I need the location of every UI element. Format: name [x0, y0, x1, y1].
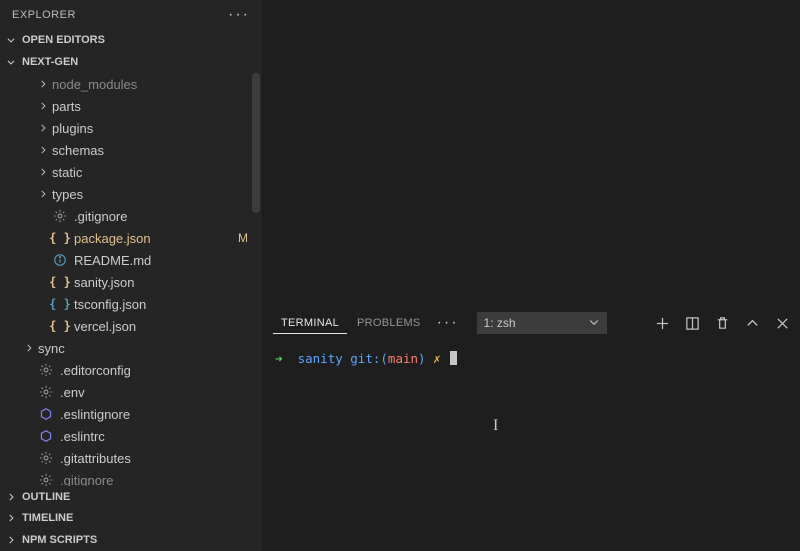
file-item[interactable]: { }tsconfig.json — [0, 293, 262, 315]
tree-item-label: .eslintignore — [60, 407, 130, 422]
tree-item-label: .env — [60, 385, 85, 400]
scrollbar[interactable] — [252, 73, 260, 213]
file-item[interactable]: { }sanity.json — [0, 271, 262, 293]
shell-selector[interactable]: 1: zsh — [477, 312, 607, 334]
section-outline[interactable]: OUTLINE — [0, 486, 262, 508]
section-open-editors[interactable]: OPEN EDITORS — [0, 30, 262, 52]
chevron-down-icon — [4, 33, 18, 47]
chevron-right-icon — [36, 121, 50, 135]
chevron-up-icon[interactable] — [744, 315, 760, 331]
terminal-body[interactable]: ➜ sanity git:(main) ✗ I — [263, 340, 800, 551]
section-project[interactable]: NEXT-GEN — [0, 51, 262, 73]
folder-item[interactable]: schemas — [0, 139, 262, 161]
tree-item-label: vercel.json — [74, 319, 136, 334]
main-area: TERMINAL PROBLEMS ··· 1: zsh — [263, 0, 800, 551]
panel-tabs: TERMINAL PROBLEMS ··· 1: zsh — [263, 306, 800, 340]
tree-item-label: types — [52, 187, 83, 202]
tab-problems[interactable]: PROBLEMS — [349, 313, 429, 333]
tree-item-label: tsconfig.json — [74, 297, 146, 312]
section-label: NEXT-GEN — [22, 56, 78, 68]
chevron-right-icon — [36, 99, 50, 113]
tree-item-label: sync — [38, 341, 65, 356]
chevron-down-icon — [4, 55, 18, 69]
chevron-right-icon — [36, 77, 50, 91]
folder-item[interactable]: static — [0, 161, 262, 183]
folder-item[interactable]: sync — [0, 337, 262, 359]
tree-item-label: schemas — [52, 143, 104, 158]
chevron-right-icon — [22, 341, 36, 355]
explorer-sidebar: EXPLORER ··· OPEN EDITORS NEXT-GEN node_… — [0, 0, 263, 551]
file-item[interactable]: .gitattributes — [0, 447, 262, 469]
tree-item-label: .eslintrc — [60, 429, 105, 444]
tab-terminal[interactable]: TERMINAL — [273, 313, 347, 334]
bottom-panel: TERMINAL PROBLEMS ··· 1: zsh — [263, 305, 800, 551]
new-terminal-icon[interactable] — [654, 315, 670, 331]
tree-item-label: sanity.json — [74, 275, 134, 290]
close-icon[interactable] — [774, 315, 790, 331]
file-item[interactable]: .eslintrc — [0, 425, 262, 447]
prompt-branch: main — [388, 351, 418, 366]
explorer-header: EXPLORER ··· — [0, 0, 262, 30]
prompt-dir: sanity — [298, 351, 343, 366]
prompt-git-prefix: git:( — [350, 351, 388, 366]
file-item[interactable]: { }vercel.json — [0, 315, 262, 337]
file-item[interactable]: .gitignore — [0, 469, 262, 486]
tree-item-label: package.json — [74, 231, 151, 246]
text-caret-icon: I — [493, 412, 498, 439]
chevron-right-icon — [4, 533, 18, 547]
tree-item-label: parts — [52, 99, 81, 114]
section-label: TIMELINE — [22, 512, 73, 524]
chevron-right-icon — [36, 165, 50, 179]
tree-item-label: .gitignore — [74, 209, 127, 224]
folder-item[interactable]: parts — [0, 95, 262, 117]
section-npm-scripts[interactable]: NPM SCRIPTS — [0, 529, 262, 551]
chevron-right-icon — [36, 143, 50, 157]
chevron-right-icon — [4, 490, 18, 504]
folder-item[interactable]: types — [0, 183, 262, 205]
chevron-down-icon — [588, 316, 600, 331]
prompt-dirty: ✗ — [433, 351, 441, 366]
split-terminal-icon[interactable] — [684, 315, 700, 331]
file-tree[interactable]: node_modulesparts plugins schemas static typ… — [0, 73, 262, 486]
file-item[interactable]: .gitignore — [0, 205, 262, 227]
file-item[interactable]: .eslintignore — [0, 403, 262, 425]
section-label: OPEN EDITORS — [22, 34, 105, 46]
panel-actions — [654, 315, 790, 331]
folder-item[interactable]: plugins — [0, 117, 262, 139]
trash-icon[interactable] — [714, 315, 730, 331]
file-item[interactable]: .editorconfig — [0, 359, 262, 381]
git-status-badge: M — [238, 231, 252, 245]
prompt-git-suffix: ) — [418, 351, 426, 366]
section-label: OUTLINE — [22, 491, 70, 503]
tree-item-label: .gitattributes — [60, 451, 131, 466]
file-item[interactable]: README.md — [0, 249, 262, 271]
tree-item-label: .editorconfig — [60, 363, 131, 378]
section-label: NPM SCRIPTS — [22, 534, 97, 546]
chevron-right-icon — [36, 187, 50, 201]
vscode-watermark-icon — [412, 19, 652, 262]
tree-item-label: plugins — [52, 121, 93, 136]
tree-item-label: node_modules — [52, 77, 137, 92]
file-item[interactable]: { }package.jsonM — [0, 227, 262, 249]
editor-area — [263, 0, 800, 305]
folder-item[interactable]: node_modules — [0, 73, 262, 95]
chevron-right-icon — [4, 511, 18, 525]
prompt-arrow: ➜ — [275, 351, 283, 366]
section-timeline[interactable]: TIMELINE — [0, 508, 262, 530]
terminal-cursor — [450, 351, 457, 365]
tree-item-label: .gitignore — [60, 473, 113, 486]
shell-selector-label: 1: zsh — [484, 316, 516, 330]
tree-item-label: static — [52, 165, 82, 180]
explorer-title: EXPLORER — [12, 9, 76, 21]
tree-item-label: README.md — [74, 253, 151, 268]
file-item[interactable]: .env — [0, 381, 262, 403]
